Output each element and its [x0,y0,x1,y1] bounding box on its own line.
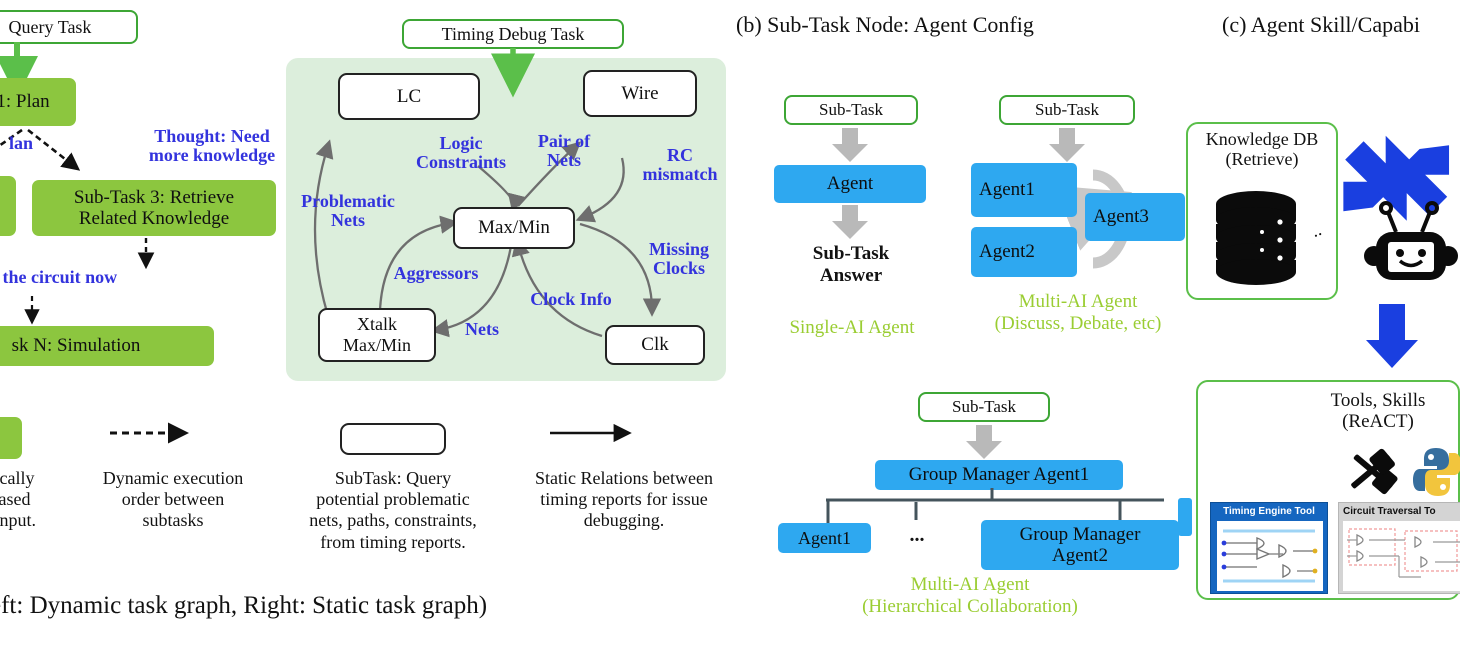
robot-icon [1364,201,1458,280]
subtask3-retrieve-box[interactable]: Sub-Task 3: Retrieve Related Knowledge [32,180,276,236]
circuit-traversal-tool-label: Circuit Traversal To [1343,506,1436,517]
multi-ai-agent-caption: Multi-AI Agent (Discuss, Debate, etc) [994,291,1162,334]
hier-agent1-box[interactable]: Agent1 [778,523,871,553]
edge-label-rc-mismatch: RC mismatch [642,145,718,185]
legend-swatch-subtask-node [340,423,446,455]
single-subtask-box[interactable]: Sub-Task [784,95,918,125]
query-task-label: Query Task [8,16,92,37]
legend-row: nically based r input. Dynamic execution… [0,410,770,590]
gray-arrow-subtask-to-agent [832,128,868,162]
hierarchical-agent-group: Sub-Task Group Manager Agent1 Agent1 ...… [770,392,1200,642]
tools-skills-title: Tools, Skills (ReACT) [1330,390,1426,433]
edge-label-pair-of-nets: Pair of Nets [537,131,591,171]
gray-arrow-subtask-to-agents [1049,128,1085,162]
thought-need-knowledge-label: Thought: Need more knowledge [148,126,276,166]
db-ellipsis: .. [1308,219,1324,241]
knowledge-db-title: Knowledge DB (Retrieve) [1205,129,1319,169]
tools-skills-panel: Tools, Skills (ReACT) Timing Engine Tool [1196,380,1460,600]
multi-ai-agent-group: Sub-Task Agent1 Agent2 Agent3 Multi-AI A… [971,95,1185,355]
legend-swatch-green-node [0,417,22,459]
multi-agent2-box[interactable]: Agent2 [971,227,1077,277]
subtask1-plan-box[interactable]: ask 1: Plan [0,78,76,126]
subtask1-label: ask 1: Plan [0,91,50,113]
multi-agent1-box[interactable]: Agent1 [971,163,1077,217]
hammers-icon [1351,448,1398,495]
single-ai-agent-group: Sub-Task Agent Sub-Task Answer Single-AI… [762,95,952,355]
multi-subtask-box[interactable]: Sub-Task [999,95,1135,125]
edge-label-nets: Nets [465,319,499,339]
node-xtalk-maxmin[interactable]: Xtalk Max/Min [318,308,436,362]
legend-text-4: Static Relations between timing reports … [535,468,713,531]
legend-solid-arrow [550,423,632,443]
knowledge-db-panel: Knowledge DB (Retrieve) .. [1186,122,1338,300]
edge-label-problematic-nets: Problematic Nets [301,191,395,231]
timing-engine-tool-label: Timing Engine Tool [1223,506,1315,517]
plan-thought-label: lan [8,133,33,153]
header-c: (c) Agent Skill/Capabi [1222,12,1420,37]
timing-debug-task-label: Timing Debug Task [441,23,585,44]
legend-text-1: nically based r input. [0,468,36,531]
header-b: (b) Sub-Task Node: Agent Config [736,12,1034,37]
arrow-query-to-task1 [0,42,38,98]
multi-agent3-box[interactable]: Agent3 [1085,193,1185,241]
simulate-circuit-note: ulate the circuit now [0,267,118,287]
node-wire[interactable]: Wire [583,70,697,117]
node-maxmin[interactable]: Max/Min [453,207,575,249]
edge-label-missing-clocks: Missing Clocks [648,239,709,279]
hier-ellipsis: ... [909,524,925,546]
query-task-box[interactable]: Query Task [0,10,138,44]
single-agent-box[interactable]: Agent [774,165,926,203]
hier-subtask-box[interactable]: Sub-Task [918,392,1050,422]
database-icon [1216,191,1296,285]
edge-label-logic-constraints: Logic Constraints [415,133,506,173]
gray-arrow-agent-to-answer [832,205,868,239]
gray-arrow-subtask-to-manager [966,425,1002,459]
circuit-traversal-tool-thumbnail[interactable]: Circuit Traversal To [1338,502,1460,594]
figure-caption: eft: Dynamic task graph, Right: Static t… [0,592,488,619]
static-task-graph: Timing Debug Task LC Wire Max/Min Xtalk … [280,0,730,400]
hierarchical-caption: Multi-AI Agent (Hierarchical Collaborati… [862,574,1078,617]
timing-debug-task-box[interactable]: Timing Debug Task [402,19,624,49]
edge-label-clock-info: Clock Info [530,289,612,309]
legend-dashed-arrow [110,422,189,444]
clipped-blue-box-edge [1178,498,1192,536]
single-subtask-answer-label: Sub-Task Answer [812,243,890,287]
edge-label-aggressors: Aggressors [393,263,479,283]
subtask-left-clipped-box[interactable]: n [0,176,16,236]
single-ai-agent-caption: Single-AI Agent [789,317,915,338]
subtaskN-simulation-box[interactable]: sk N: Simulation [0,326,214,366]
group-manager-agent2-box[interactable]: Group Manager Agent2 [981,520,1179,570]
dynamic-task-graph: Query Task ask 1: Plan lan Thought: Need… [0,0,290,410]
node-clk[interactable]: Clk [605,325,705,365]
legend-text-2: Dynamic execution order between subtasks [102,468,244,531]
timing-engine-tool-thumbnail[interactable]: Timing Engine Tool [1210,502,1328,594]
legend-text-3: SubTask: Query potential problematic net… [309,468,477,552]
node-lc[interactable]: LC [338,73,480,120]
python-icon [1413,448,1460,496]
group-manager-agent1-box[interactable]: Group Manager Agent1 [875,460,1123,490]
